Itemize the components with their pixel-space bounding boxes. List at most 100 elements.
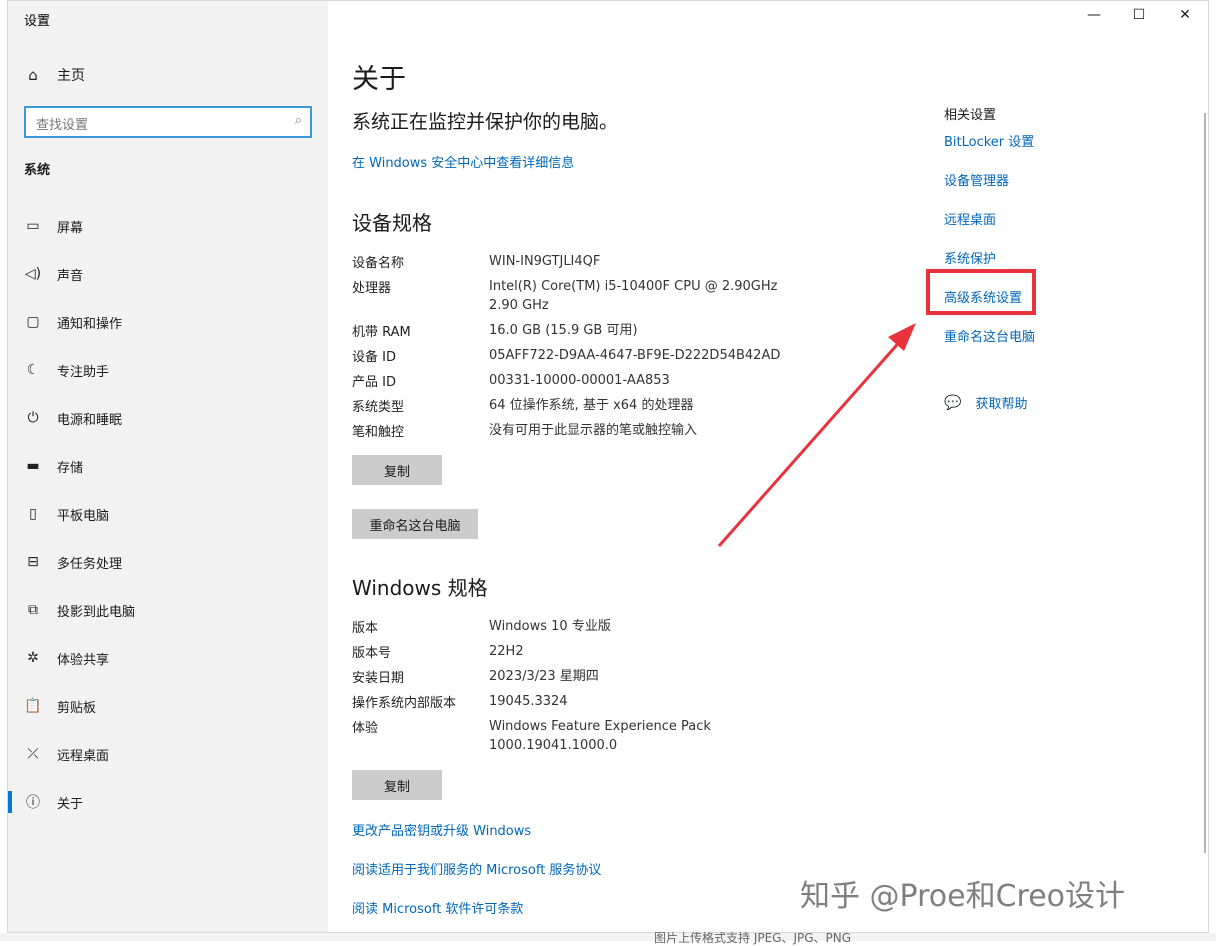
spec-row: 体验 Windows Feature Experience Pack 1000.…	[352, 717, 812, 755]
spec-key: 操作系统内部版本	[352, 696, 457, 711]
maximize-button[interactable]: ☐	[1119, 7, 1159, 23]
copy-device-specs-button[interactable]: 复制	[352, 455, 442, 485]
sidebar-item-label: 通知和操作	[57, 316, 123, 332]
home-nav-item[interactable]: ⌂ 主页	[24, 64, 85, 86]
sidebar-item-label: 专注助手	[57, 364, 110, 380]
sidebar-item-shared-experiences[interactable]: ✲ 体验共享	[8, 643, 328, 673]
page-title: 关于	[352, 64, 406, 95]
spec-value: Intel(R) Core(TM) i5-10400F CPU @ 2.90GH…	[489, 279, 778, 313]
spec-value: 64 位操作系统, 基于 x64 的处理器	[489, 398, 694, 413]
spec-value: 2023/3/23 星期四	[489, 669, 599, 684]
notification-icon: ▢	[26, 314, 40, 330]
spec-key: 产品 ID	[352, 375, 396, 390]
spec-key: 体验	[352, 721, 379, 736]
search-input[interactable]: 查找设置 ⌕	[24, 106, 312, 138]
info-icon: ⓘ	[26, 795, 40, 811]
sidebar-item-remote-desktop[interactable]: ⤫ 远程桌面	[8, 739, 328, 769]
sidebar-item-label: 平板电脑	[57, 508, 110, 524]
spec-row: 安装日期 2023/3/23 星期四	[352, 667, 812, 686]
license-terms-link[interactable]: 阅读 Microsoft 软件许可条款	[352, 898, 523, 917]
minimize-button[interactable]: —	[1074, 7, 1114, 23]
spec-row: 设备 ID 05AFF722-D9AA-4647-BF9E-D222D54B42…	[352, 346, 812, 365]
sidebar-item-label: 电源和睡眠	[57, 412, 123, 428]
spec-row: 操作系统内部版本 19045.3324	[352, 692, 812, 711]
rename-pc-button[interactable]: 重命名这台电脑	[352, 509, 478, 539]
tablet-icon: ▯	[29, 506, 37, 522]
device-manager-link[interactable]: 设备管理器	[944, 170, 1009, 189]
search-icon[interactable]: ⌕	[295, 113, 302, 128]
spec-row: 机带 RAM 16.0 GB (15.9 GB 可用)	[352, 321, 812, 340]
search-placeholder: 查找设置	[36, 118, 89, 133]
sound-icon: ◁)	[24, 266, 42, 282]
settings-window: 设置 ⌂ 主页 查找设置 ⌕ 系统 ▭ 屏幕 ◁) 声音 ▢ 通知和操作 ☾ 专…	[7, 0, 1209, 933]
spec-key: 笔和触控	[352, 425, 405, 440]
spec-row: 笔和触控 没有可用于此显示器的笔或触控输入	[352, 421, 812, 440]
get-help-label: 获取帮助	[975, 397, 1028, 412]
copy-windows-specs-button[interactable]: 复制	[352, 770, 442, 800]
multitask-icon: ⊟	[27, 554, 39, 570]
remote-desktop-link[interactable]: 远程桌面	[944, 209, 996, 228]
display-icon: ▭	[26, 218, 40, 234]
bitlocker-link[interactable]: BitLocker 设置	[944, 131, 1034, 150]
background-page: 图片上传格式支持 JPEG、JPG、PNG	[0, 931, 1216, 945]
watermark: 知乎 @Proe和Creo设计	[800, 879, 1126, 914]
share-icon: ✲	[27, 650, 39, 666]
spec-value: 没有可用于此显示器的笔或触控输入	[489, 423, 698, 438]
rename-pc-link[interactable]: 重命名这台电脑	[944, 326, 1035, 345]
spec-value: 05AFF722-D9AA-4647-BF9E-D222D54B42AD	[489, 348, 781, 363]
windows-specs-heading: Windows 规格	[352, 576, 488, 600]
change-product-key-link[interactable]: 更改产品密钥或升级 Windows	[352, 820, 531, 839]
spec-key: 版本	[352, 621, 379, 636]
system-protection-link[interactable]: 系统保护	[944, 248, 996, 267]
spec-value: 00331-10000-00001-AA853	[489, 373, 670, 388]
sidebar-item-label: 剪贴板	[57, 700, 97, 716]
spec-value: 19045.3324	[489, 694, 568, 709]
active-indicator	[8, 791, 12, 813]
sidebar-item-label: 声音	[57, 268, 84, 284]
spec-key: 设备 ID	[352, 350, 396, 365]
sidebar-item-tablet[interactable]: ▯ 平板电脑	[8, 499, 328, 529]
app-title: 设置	[24, 14, 51, 29]
sidebar-item-project[interactable]: ⧉ 投影到此电脑	[8, 595, 328, 625]
get-help-link[interactable]: 💬 获取帮助	[944, 393, 1028, 413]
spec-key: 版本号	[352, 646, 392, 661]
spec-row: 设备名称 WIN-IN9GTJLI4QF	[352, 252, 812, 271]
spec-key: 安装日期	[352, 671, 405, 686]
spec-key: 处理器	[352, 281, 392, 296]
sidebar-item-power[interactable]: ⏻ 电源和睡眠	[8, 403, 328, 433]
moon-icon: ☾	[26, 362, 40, 378]
sidebar-item-focus-assist[interactable]: ☾ 专注助手	[8, 355, 328, 385]
sidebar-item-label: 屏幕	[57, 220, 84, 236]
background-text: 图片上传格式支持 JPEG、JPG、PNG	[654, 931, 852, 945]
services-agreement-link[interactable]: 阅读适用于我们服务的 Microsoft 服务协议	[352, 859, 601, 878]
sidebar-item-notifications[interactable]: ▢ 通知和操作	[8, 307, 328, 337]
home-label: 主页	[57, 68, 85, 84]
spec-row: 产品 ID 00331-10000-00001-AA853	[352, 371, 812, 390]
security-center-link[interactable]: 在 Windows 安全中心中查看详细信息	[352, 152, 574, 171]
sidebar-item-label: 关于	[57, 796, 84, 812]
section-label: 系统	[24, 163, 51, 178]
storage-icon: ▬	[26, 458, 40, 474]
spec-value: Windows Feature Experience Pack 1000.190…	[489, 719, 711, 753]
device-specs-heading: 设备规格	[352, 211, 432, 235]
sidebar-item-multitasking[interactable]: ⊟ 多任务处理	[8, 547, 328, 577]
sidebar-item-clipboard[interactable]: 📋 剪贴板	[8, 691, 328, 721]
sidebar-item-label: 存储	[57, 460, 84, 476]
sidebar-item-label: 体验共享	[57, 652, 110, 668]
sidebar-item-label: 投影到此电脑	[57, 604, 136, 620]
sidebar-item-label: 远程桌面	[57, 748, 110, 764]
spec-key: 机带 RAM	[352, 325, 411, 340]
scrollbar[interactable]	[1204, 113, 1206, 853]
sidebar-item-sound[interactable]: ◁) 声音	[8, 259, 328, 289]
sidebar-item-display[interactable]: ▭ 屏幕	[8, 211, 328, 241]
close-button[interactable]: ✕	[1165, 7, 1205, 23]
spec-value: Windows 10 专业版	[489, 619, 611, 634]
project-icon: ⧉	[28, 602, 38, 618]
sidebar-item-about[interactable]: ⓘ 关于	[8, 787, 328, 817]
remote-icon: ⤫	[27, 746, 39, 762]
clipboard-icon: 📋	[24, 698, 42, 714]
sidebar-item-storage[interactable]: ▬ 存储	[8, 451, 328, 481]
spec-key: 系统类型	[352, 400, 405, 415]
spec-row: 版本号 22H2	[352, 642, 812, 661]
highlight-box	[926, 269, 1036, 315]
